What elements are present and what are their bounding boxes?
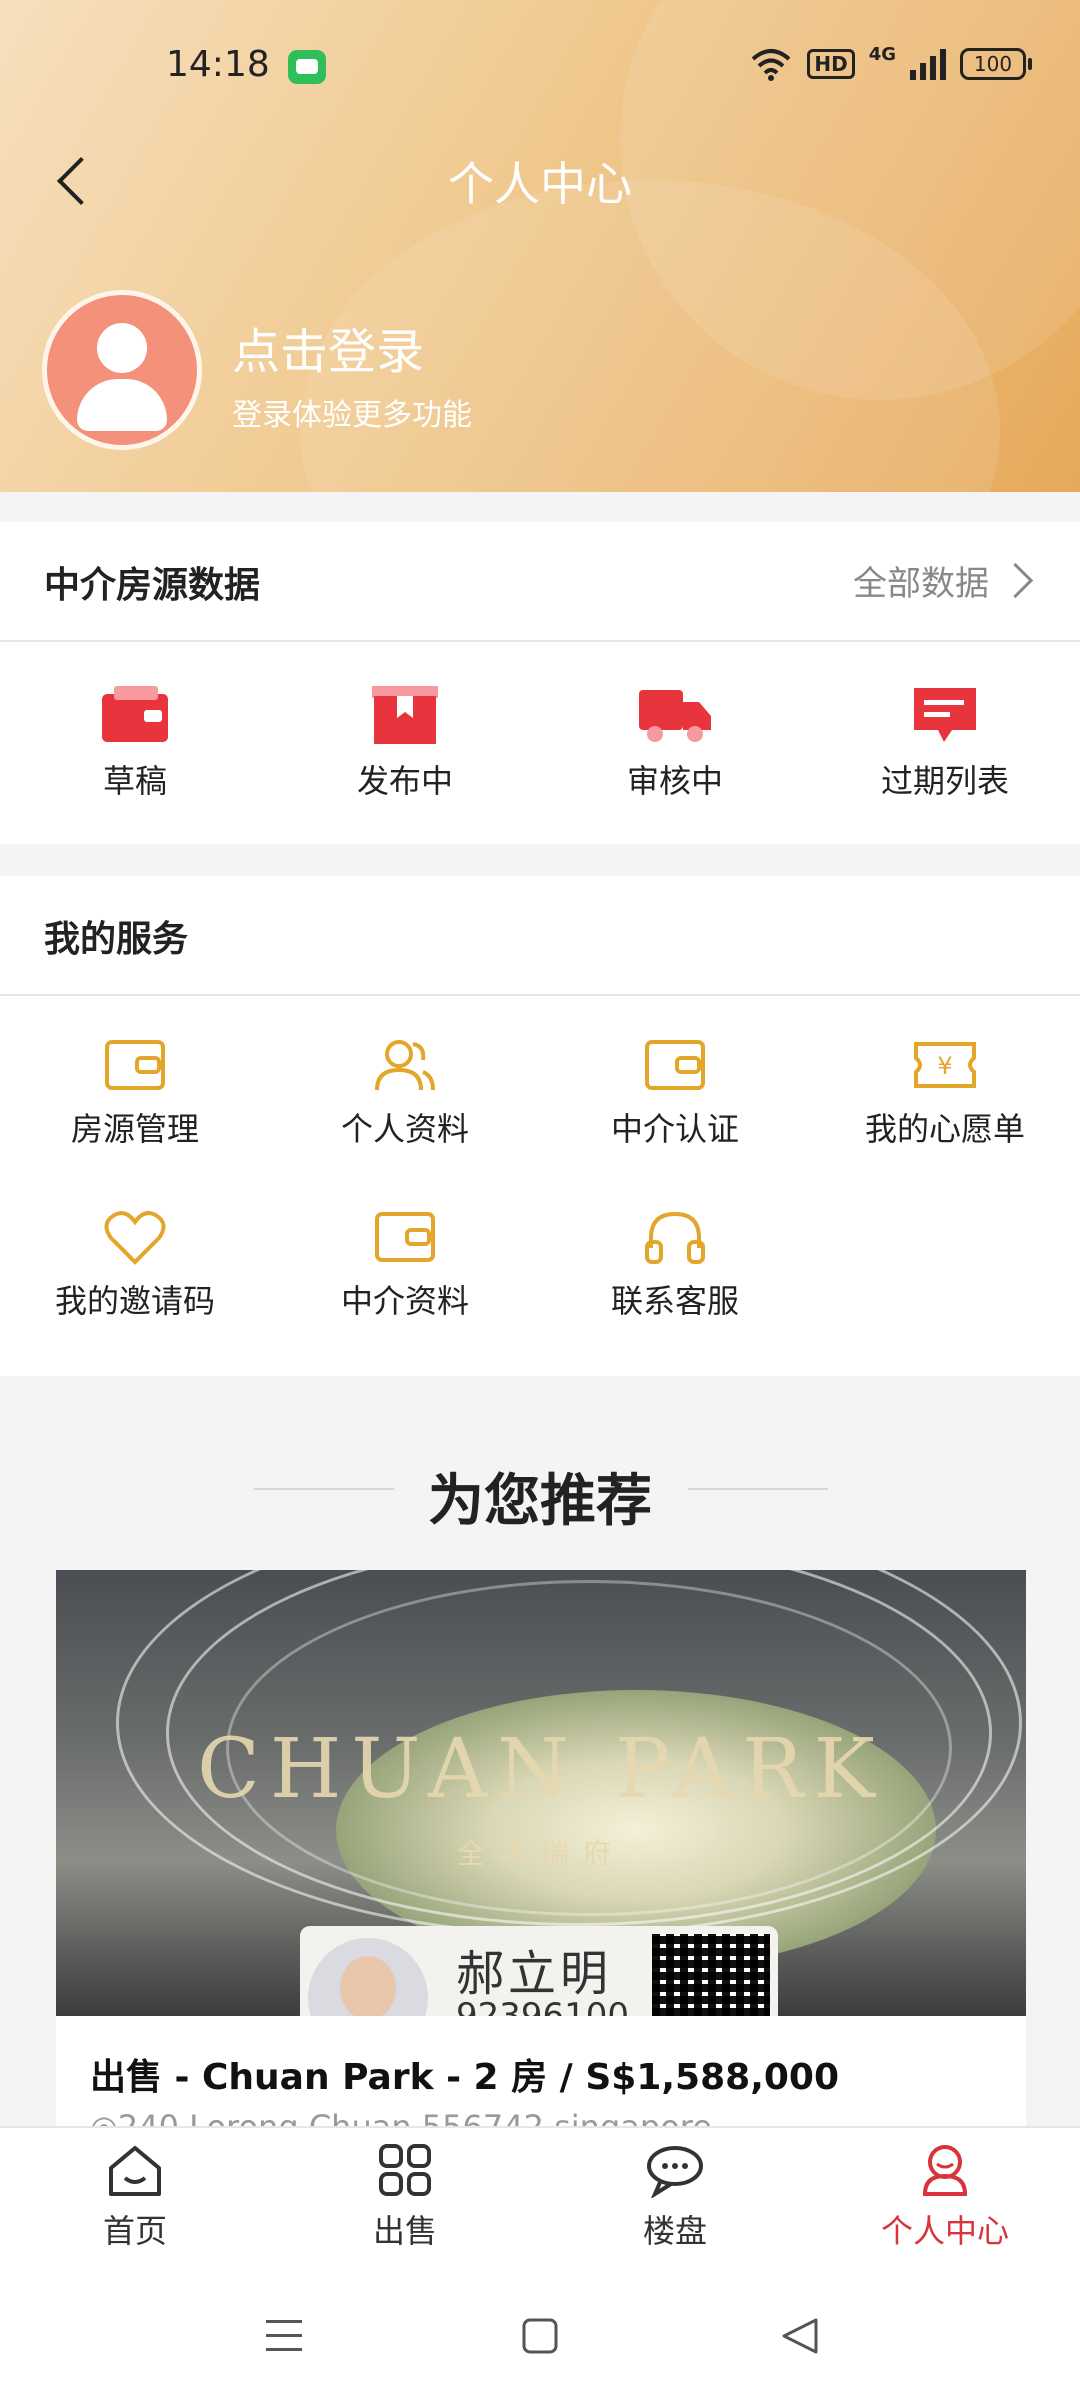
- hd-badge: HD: [807, 49, 855, 79]
- bottom-nav: 首页 出售 楼盘 个人中心: [0, 2126, 1080, 2278]
- battery-icon: 100: [960, 48, 1032, 80]
- agent-card: 郝立明 92396100: [300, 1926, 778, 2016]
- wallet-icon: [102, 686, 168, 742]
- status-publishing[interactable]: 发布中: [270, 684, 540, 802]
- service-profile[interactable]: 个人资料: [270, 1036, 540, 1150]
- service-wishlist[interactable]: ¥ 我的心愿单: [810, 1036, 1080, 1150]
- chat-notification-icon: [288, 50, 326, 84]
- nav-label: 个人中心: [880, 2212, 1009, 2250]
- headphones-icon: [645, 1211, 705, 1264]
- status-label: 发布中: [356, 762, 453, 800]
- status-label: 草稿: [102, 762, 167, 800]
- listing-card[interactable]: CHUAN PARK 全丰瑞府 郝立明 92396100 出售 - Chuan …: [56, 1570, 1026, 2130]
- service-agent-verification[interactable]: 中介认证: [540, 1036, 810, 1150]
- wallet-outline-icon: [645, 1040, 705, 1090]
- listing-title: 出售 - Chuan Park - 2 房 / S$1,588,000: [90, 2057, 840, 2098]
- wifi-icon: [752, 49, 791, 81]
- service-customer-support[interactable]: 联系客服: [540, 1208, 810, 1322]
- nav-label: 首页: [102, 2212, 167, 2250]
- login-link[interactable]: 点击登录: [232, 312, 424, 382]
- status-label: 审核中: [626, 762, 723, 800]
- status-time: 14:18: [166, 44, 270, 85]
- listing-image: CHUAN PARK 全丰瑞府 郝立明 92396100: [56, 1570, 1026, 2016]
- section-title: 中介房源数据: [44, 565, 261, 606]
- service-label: 联系客服: [610, 1282, 739, 1320]
- status-icons: HD 4G 100: [749, 44, 1032, 84]
- back-triangle-icon[interactable]: [778, 2316, 822, 2356]
- status-label: 过期列表: [880, 762, 1009, 800]
- recommend-title: 为您推荐: [428, 1469, 652, 1534]
- user-icon: [922, 2145, 968, 2196]
- menu-icon[interactable]: [262, 2316, 306, 2356]
- people-icon: [375, 1040, 435, 1091]
- message-icon: [914, 688, 976, 742]
- divider: [0, 994, 1080, 996]
- service-listing-management[interactable]: 房源管理: [0, 1036, 270, 1150]
- qr-code: [652, 1934, 770, 2016]
- service-agent-info[interactable]: 中介资料: [270, 1208, 540, 1322]
- chevron-right-icon: [997, 562, 1034, 599]
- service-label: 中介认证: [610, 1110, 739, 1148]
- wallet-outline-icon: [105, 1040, 165, 1090]
- svg-text:¥: ¥: [937, 1052, 952, 1080]
- box-icon: [372, 686, 438, 744]
- agent-phone: 92396100: [456, 1996, 630, 2016]
- home-square-icon[interactable]: [518, 2316, 562, 2356]
- chat-bubble-icon: [647, 2146, 703, 2200]
- divider: [0, 640, 1080, 642]
- login-subtitle: 登录体验更多功能: [232, 398, 472, 433]
- signal-icon: [910, 48, 946, 80]
- ticket-icon: ¥: [914, 1042, 976, 1088]
- divider: [688, 1488, 828, 1490]
- wallet-outline-icon: [375, 1212, 435, 1262]
- service-label: 房源管理: [70, 1110, 199, 1148]
- home-icon: [109, 2146, 161, 2196]
- truck-icon: [639, 690, 711, 742]
- agent-photo: [308, 1938, 428, 2016]
- system-nav-bar: [0, 2276, 1080, 2400]
- nav-sell[interactable]: 出售: [270, 2142, 540, 2252]
- page-title: 个人中心: [448, 157, 632, 211]
- brand-watermark: CHUAN PARK: [197, 1722, 885, 1817]
- service-invite-code[interactable]: 我的邀请码: [0, 1208, 270, 1322]
- service-label: 个人资料: [340, 1110, 469, 1148]
- nav-label: 楼盘: [642, 2212, 707, 2250]
- service-label: 中介资料: [340, 1282, 469, 1320]
- section-title: 我的服务: [44, 919, 189, 960]
- service-label: 我的心愿单: [864, 1110, 1025, 1148]
- nav-home[interactable]: 首页: [0, 2142, 270, 2252]
- network-label: 4G: [868, 44, 896, 65]
- avatar[interactable]: [42, 290, 202, 450]
- all-data-label: 全部数据: [853, 564, 989, 604]
- nav-properties[interactable]: 楼盘: [540, 2142, 810, 2252]
- service-label: 我的邀请码: [54, 1282, 215, 1320]
- status-reviewing[interactable]: 审核中: [540, 684, 810, 802]
- status-drafts[interactable]: 草稿: [0, 684, 270, 802]
- nav-label: 出售: [372, 2212, 437, 2250]
- brand-watermark-cn: 全丰瑞府: [456, 1837, 625, 1870]
- grid-icon: [379, 2144, 431, 2196]
- nav-profile[interactable]: 个人中心: [810, 2142, 1080, 2252]
- status-expired[interactable]: 过期列表: [810, 684, 1080, 802]
- all-data-link[interactable]: 全部数据: [853, 556, 1034, 605]
- agent-name: 郝立明: [456, 1946, 613, 2002]
- heart-icon: [104, 1211, 166, 1265]
